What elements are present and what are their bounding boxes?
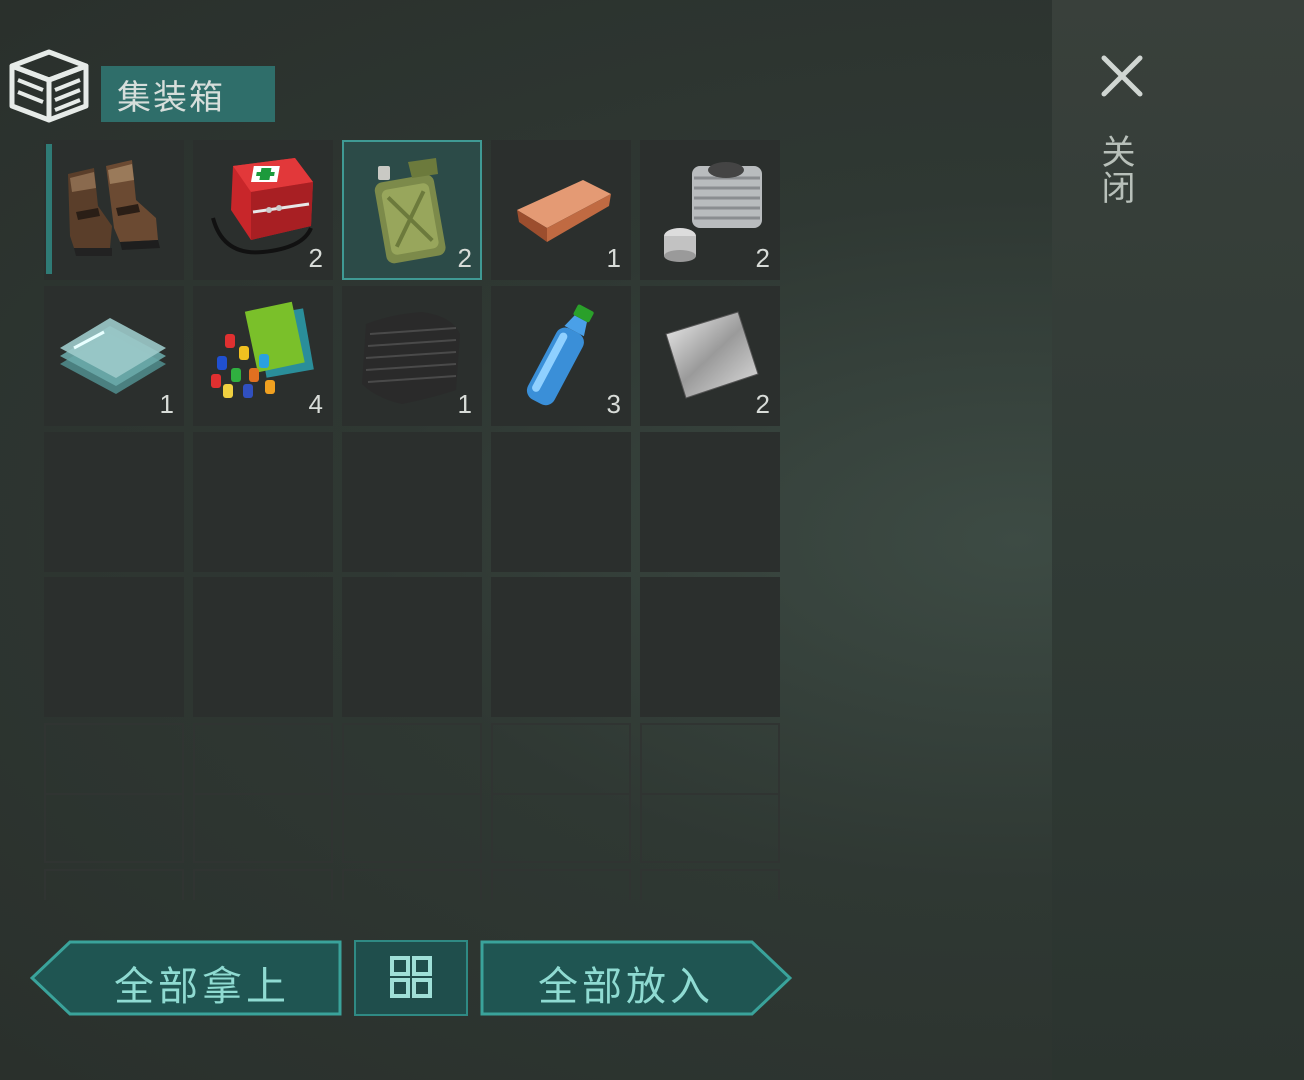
inventory-slot[interactable] [193, 723, 333, 863]
inventory-slot[interactable]: 2 [342, 140, 482, 280]
inventory-slot[interactable] [342, 723, 482, 863]
inventory-slot[interactable] [193, 577, 333, 717]
metal-sheet-icon [665, 311, 759, 399]
inventory-slot[interactable]: 2 [640, 140, 780, 280]
inventory-slot[interactable]: 1 [491, 140, 631, 280]
sort-button[interactable] [354, 940, 468, 1016]
inventory-slot[interactable] [44, 869, 184, 900]
jerry-can-icon [374, 158, 446, 264]
inventory-slot[interactable] [44, 723, 184, 863]
inventory-slot[interactable] [44, 577, 184, 717]
boots-icon [68, 160, 160, 256]
inventory-slot[interactable]: 1 [342, 286, 482, 426]
carbon-fabric-icon [362, 312, 460, 404]
first-aid-kit-icon [211, 158, 313, 255]
inventory-slot[interactable] [193, 432, 333, 572]
item-quantity: 4 [308, 389, 323, 419]
engine-cylinder-icon [664, 162, 762, 262]
close-icon[interactable] [1098, 52, 1146, 100]
inventory-grid: 2 2 1 2 1 4 1 3 2 [44, 140, 780, 900]
inventory-slot[interactable] [491, 723, 631, 863]
copper-ingot-icon [517, 180, 611, 242]
take-all-button[interactable]: 全部拿上 [30, 940, 342, 1016]
glass-panes-icon [60, 318, 166, 394]
item-quantity: 2 [755, 243, 770, 273]
inventory-slot[interactable] [640, 432, 780, 572]
put-all-button[interactable]: 全部放入 [480, 940, 792, 1016]
sort-grid-icon [390, 956, 432, 998]
put-all-label: 全部放入 [538, 964, 714, 1010]
inventory-slot[interactable] [491, 432, 631, 572]
water-bottle-icon [526, 304, 594, 406]
inventory-slot[interactable] [193, 869, 333, 900]
inventory-slot[interactable] [44, 432, 184, 572]
item-quantity: 2 [457, 243, 472, 273]
inventory-slot[interactable]: 2 [193, 140, 333, 280]
inventory-slot[interactable] [491, 577, 631, 717]
close-button[interactable]: 关闭 [1090, 46, 1154, 226]
item-quantity: 3 [606, 389, 621, 419]
inventory-slot[interactable] [342, 432, 482, 572]
inventory-slot[interactable] [342, 869, 482, 900]
inventory-slot[interactable]: 2 [640, 286, 780, 426]
item-quantity: 2 [308, 243, 323, 273]
item-quantity: 1 [159, 389, 174, 419]
inventory-slot[interactable]: 4 [193, 286, 333, 426]
inventory-slot[interactable]: 1 [44, 286, 184, 426]
inventory-slot[interactable]: 3 [491, 286, 631, 426]
crate-icon [9, 49, 89, 123]
electronic-parts-icon [211, 301, 314, 398]
inventory-slot[interactable] [342, 577, 482, 717]
inventory-slot[interactable] [640, 869, 780, 900]
inventory-slot[interactable] [640, 577, 780, 717]
item-quantity: 2 [755, 389, 770, 419]
close-label: 关闭 [1095, 134, 1135, 206]
item-quantity: 1 [457, 389, 472, 419]
inventory-slot[interactable] [640, 723, 780, 863]
take-all-label: 全部拿上 [114, 964, 290, 1010]
container-title: 集装箱 [101, 66, 275, 122]
inventory-slot[interactable] [44, 140, 184, 280]
inventory-slot[interactable] [491, 869, 631, 900]
item-quantity: 1 [606, 243, 621, 273]
